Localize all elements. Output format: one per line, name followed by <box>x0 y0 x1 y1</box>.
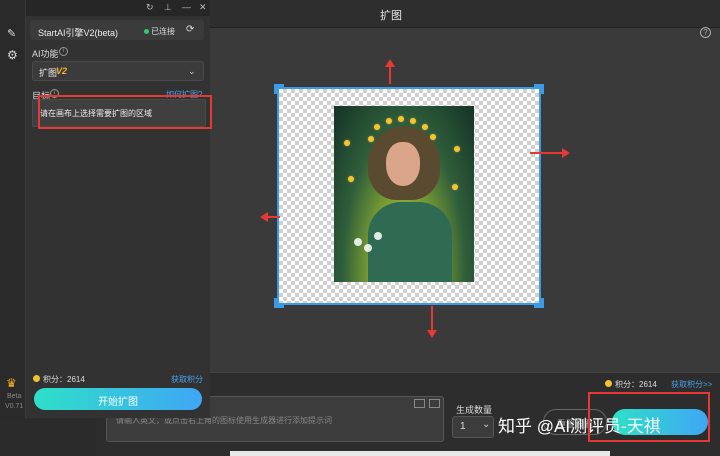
corner-handle-top-right[interactable] <box>534 84 544 94</box>
earn-points-link[interactable]: 获取积分 <box>171 374 203 385</box>
start-expand-button[interactable]: 开始扩图 <box>34 388 202 410</box>
edit-icon[interactable]: ✎ <box>7 27 16 40</box>
flower <box>454 146 460 152</box>
arrow-down-icon <box>427 330 437 338</box>
points-display: 积分：2614 <box>43 375 85 384</box>
earn-points-link[interactable]: 获取积分>> <box>671 379 712 390</box>
ai-function-label: AI功能 <box>32 49 59 59</box>
info-icon[interactable]: i <box>59 47 68 56</box>
points-display: 积分：2614 <box>615 380 657 389</box>
flower <box>430 134 436 140</box>
refresh-icon[interactable]: ↻ <box>146 2 154 13</box>
arrow-right-icon <box>562 148 570 158</box>
expand-arrow-left[interactable] <box>268 216 280 218</box>
engine-name: StartAI引擎V2(beta) <box>38 28 119 38</box>
minimize-icon[interactable]: — <box>182 2 191 12</box>
corner-handle-top-left[interactable] <box>274 84 284 94</box>
close-icon[interactable]: ✕ <box>199 2 207 13</box>
chevron-down-icon: ⌄ <box>482 419 491 430</box>
target-highlight <box>38 95 212 129</box>
pin-icon[interactable]: ⊥ <box>164 2 172 13</box>
taskbar-strip <box>230 451 610 456</box>
expand-arrow-up[interactable] <box>389 66 391 84</box>
chevron-down-icon: ⌄ <box>188 66 196 76</box>
corner-handle-bottom-left[interactable] <box>274 298 284 308</box>
portrait-face <box>386 142 420 186</box>
beta-label: Beta <box>7 393 22 400</box>
function-select-value: 扩图 <box>39 68 58 78</box>
connection-status: 已连接 <box>151 27 175 36</box>
gear-icon[interactable]: ⚙ <box>7 48 18 62</box>
dandelion-puff <box>374 232 382 240</box>
gen-count-label: 生成数量 <box>456 405 493 415</box>
flower <box>452 184 458 190</box>
status-dot <box>144 29 149 34</box>
portrait-image <box>334 106 474 282</box>
arrow-up-icon <box>385 59 395 67</box>
help-icon[interactable]: ? <box>700 27 711 38</box>
reconnect-icon[interactable]: ⟳ <box>186 24 194 35</box>
expand-arrow-down[interactable] <box>431 306 433 332</box>
crown-icon[interactable]: ♛ <box>6 376 17 390</box>
coin-icon <box>33 375 40 382</box>
main-title: 扩图 <box>380 10 402 22</box>
dandelion-puff <box>354 238 362 246</box>
corner-handle-bottom-right[interactable] <box>534 298 544 308</box>
flower <box>398 116 404 122</box>
flower <box>344 140 350 146</box>
expand-icon[interactable] <box>429 399 440 408</box>
dandelion-puff <box>364 244 372 252</box>
expand-arrow-right[interactable] <box>530 152 562 154</box>
coin-icon <box>605 380 612 387</box>
flower <box>386 118 392 124</box>
flower <box>368 136 374 142</box>
portrait-body <box>368 202 452 282</box>
flower <box>422 124 428 130</box>
generator-icon[interactable] <box>414 399 425 408</box>
button-highlight <box>588 392 710 442</box>
flower <box>410 118 416 124</box>
function-version: V2 <box>56 66 68 76</box>
version-label: V0.71 <box>5 403 24 410</box>
flower <box>348 176 354 182</box>
flower <box>374 124 380 130</box>
left-icon-bar <box>0 0 26 418</box>
arrow-left-icon <box>260 212 268 222</box>
